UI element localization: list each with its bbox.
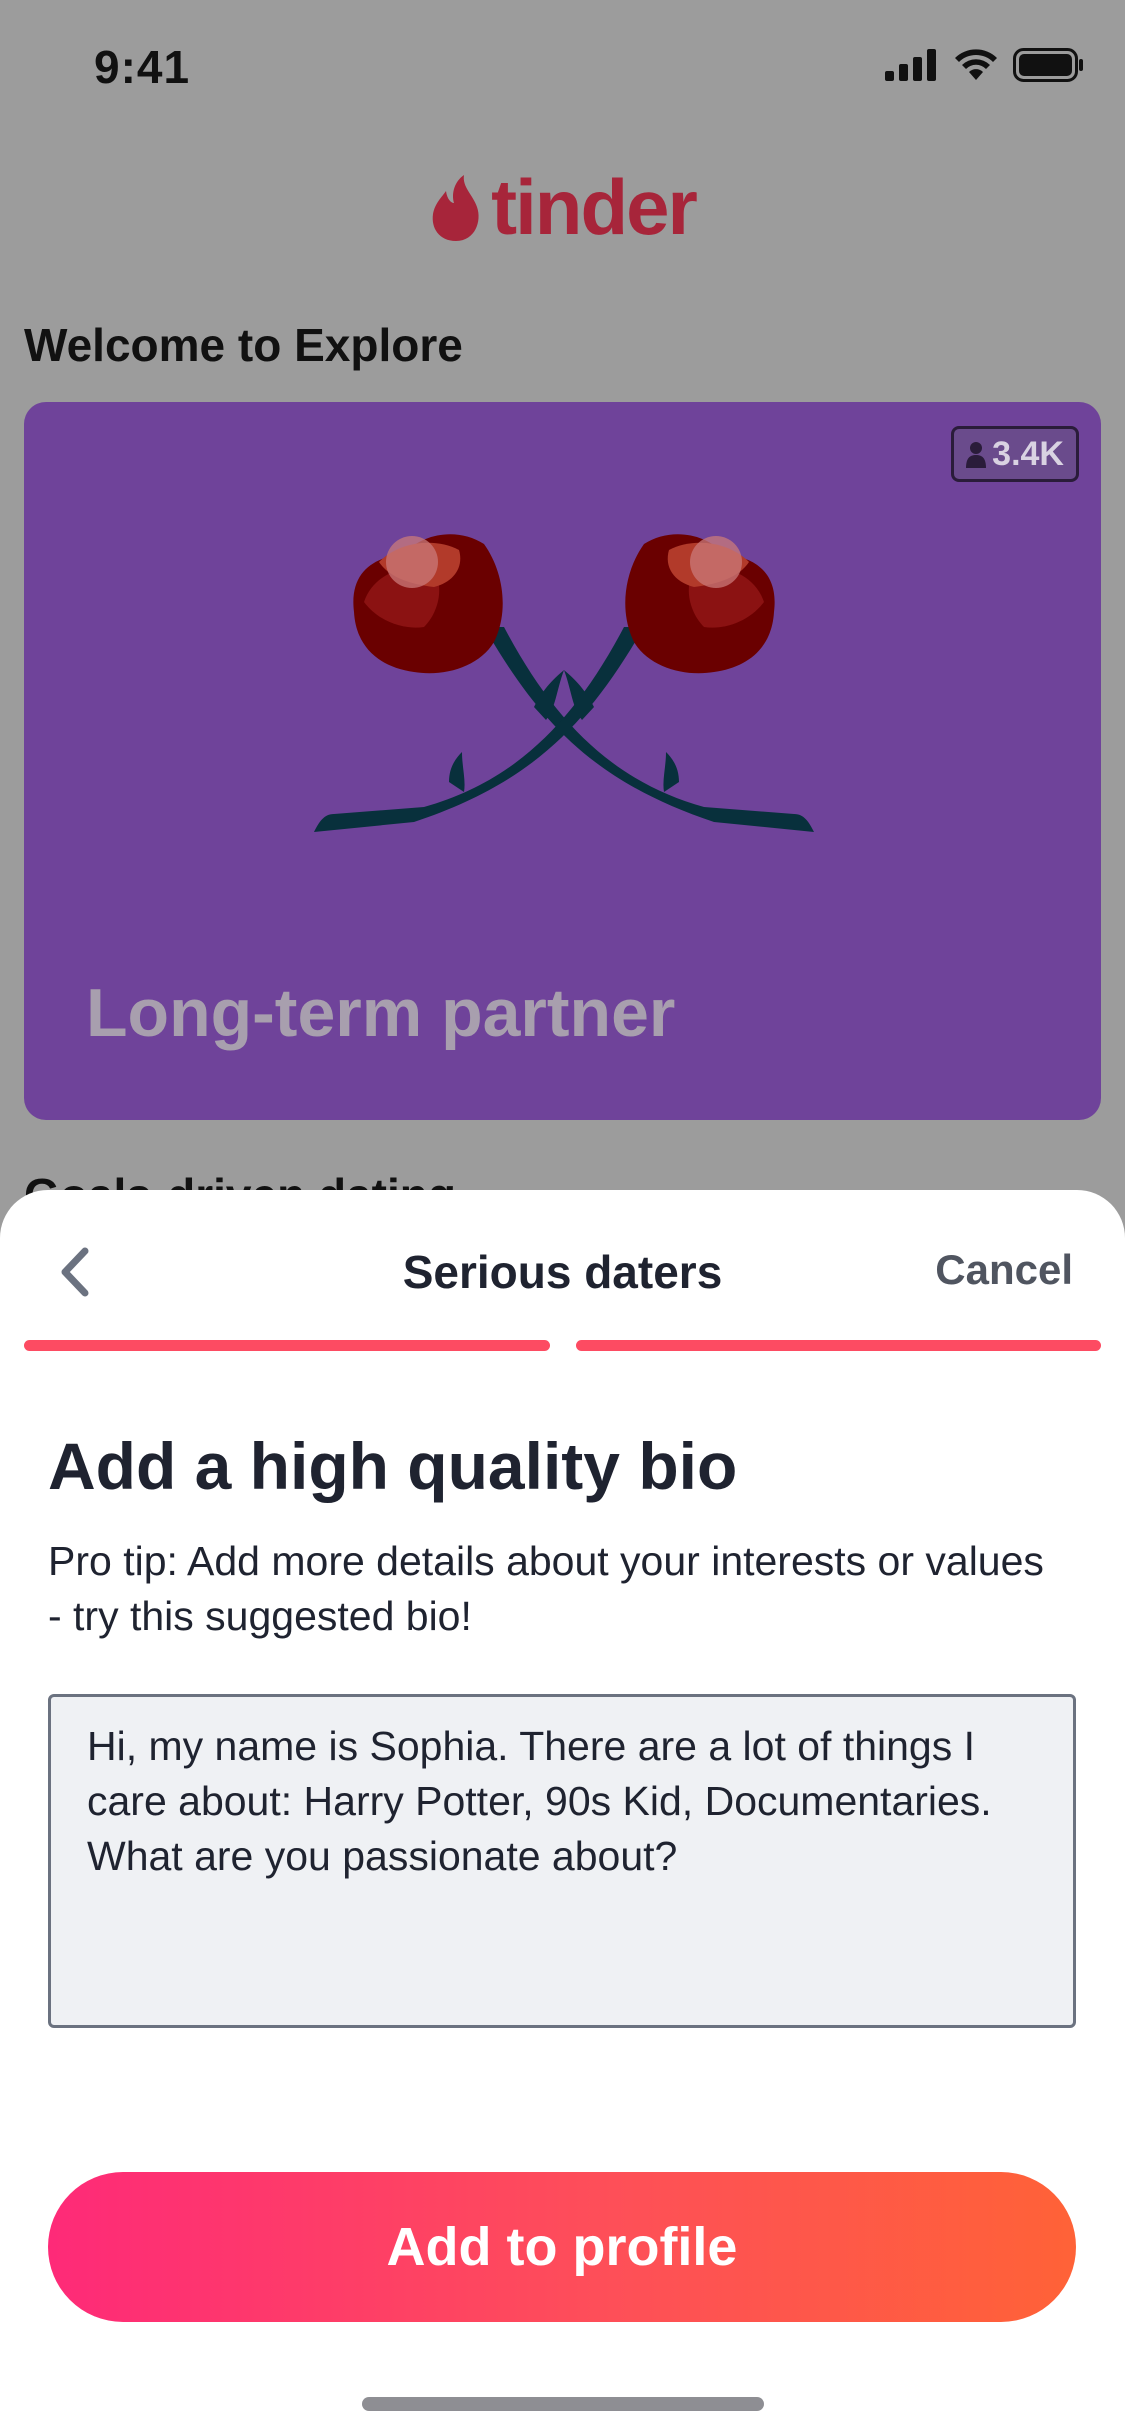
sheet-header: Serious daters Cancel	[0, 1190, 1125, 1340]
progress-step-2	[575, 1340, 1101, 1351]
member-count-badge: 3.4K	[951, 426, 1079, 482]
bottom-sheet: Serious daters Cancel Add a high quality…	[0, 1190, 1125, 2436]
progress-step-1	[24, 1340, 550, 1351]
bio-textarea[interactable]: Hi, my name is Sophia. There are a lot o…	[48, 1694, 1076, 2028]
flame-icon	[432, 174, 479, 241]
cancel-button[interactable]: Cancel	[935, 1246, 1073, 1294]
home-indicator	[362, 2397, 764, 2411]
add-to-profile-button[interactable]: Add to profile	[48, 2172, 1076, 2322]
status-bar: 9:41	[0, 0, 1125, 140]
roses-illustration	[314, 534, 814, 832]
step-progress	[24, 1340, 1101, 1351]
wifi-icon	[955, 49, 997, 80]
explore-card[interactable]: 3.4K Long-term partner	[24, 402, 1101, 1120]
pro-tip-text: Pro tip: Add more details about your int…	[48, 1538, 1044, 1639]
explore-heading: Welcome to Explore	[24, 319, 463, 371]
person-icon	[966, 442, 987, 468]
tinder-logo: tinder	[0, 162, 1125, 253]
sheet-heading: Add a high quality bio	[48, 1429, 738, 1503]
status-time: 9:41	[94, 41, 191, 93]
signal-icon	[885, 49, 936, 81]
logo-text: tinder	[491, 163, 698, 251]
status-icons	[885, 48, 1085, 82]
member-count: 3.4K	[992, 434, 1064, 473]
battery-icon	[1013, 48, 1083, 82]
card-title: Long-term partner	[86, 975, 676, 1051]
